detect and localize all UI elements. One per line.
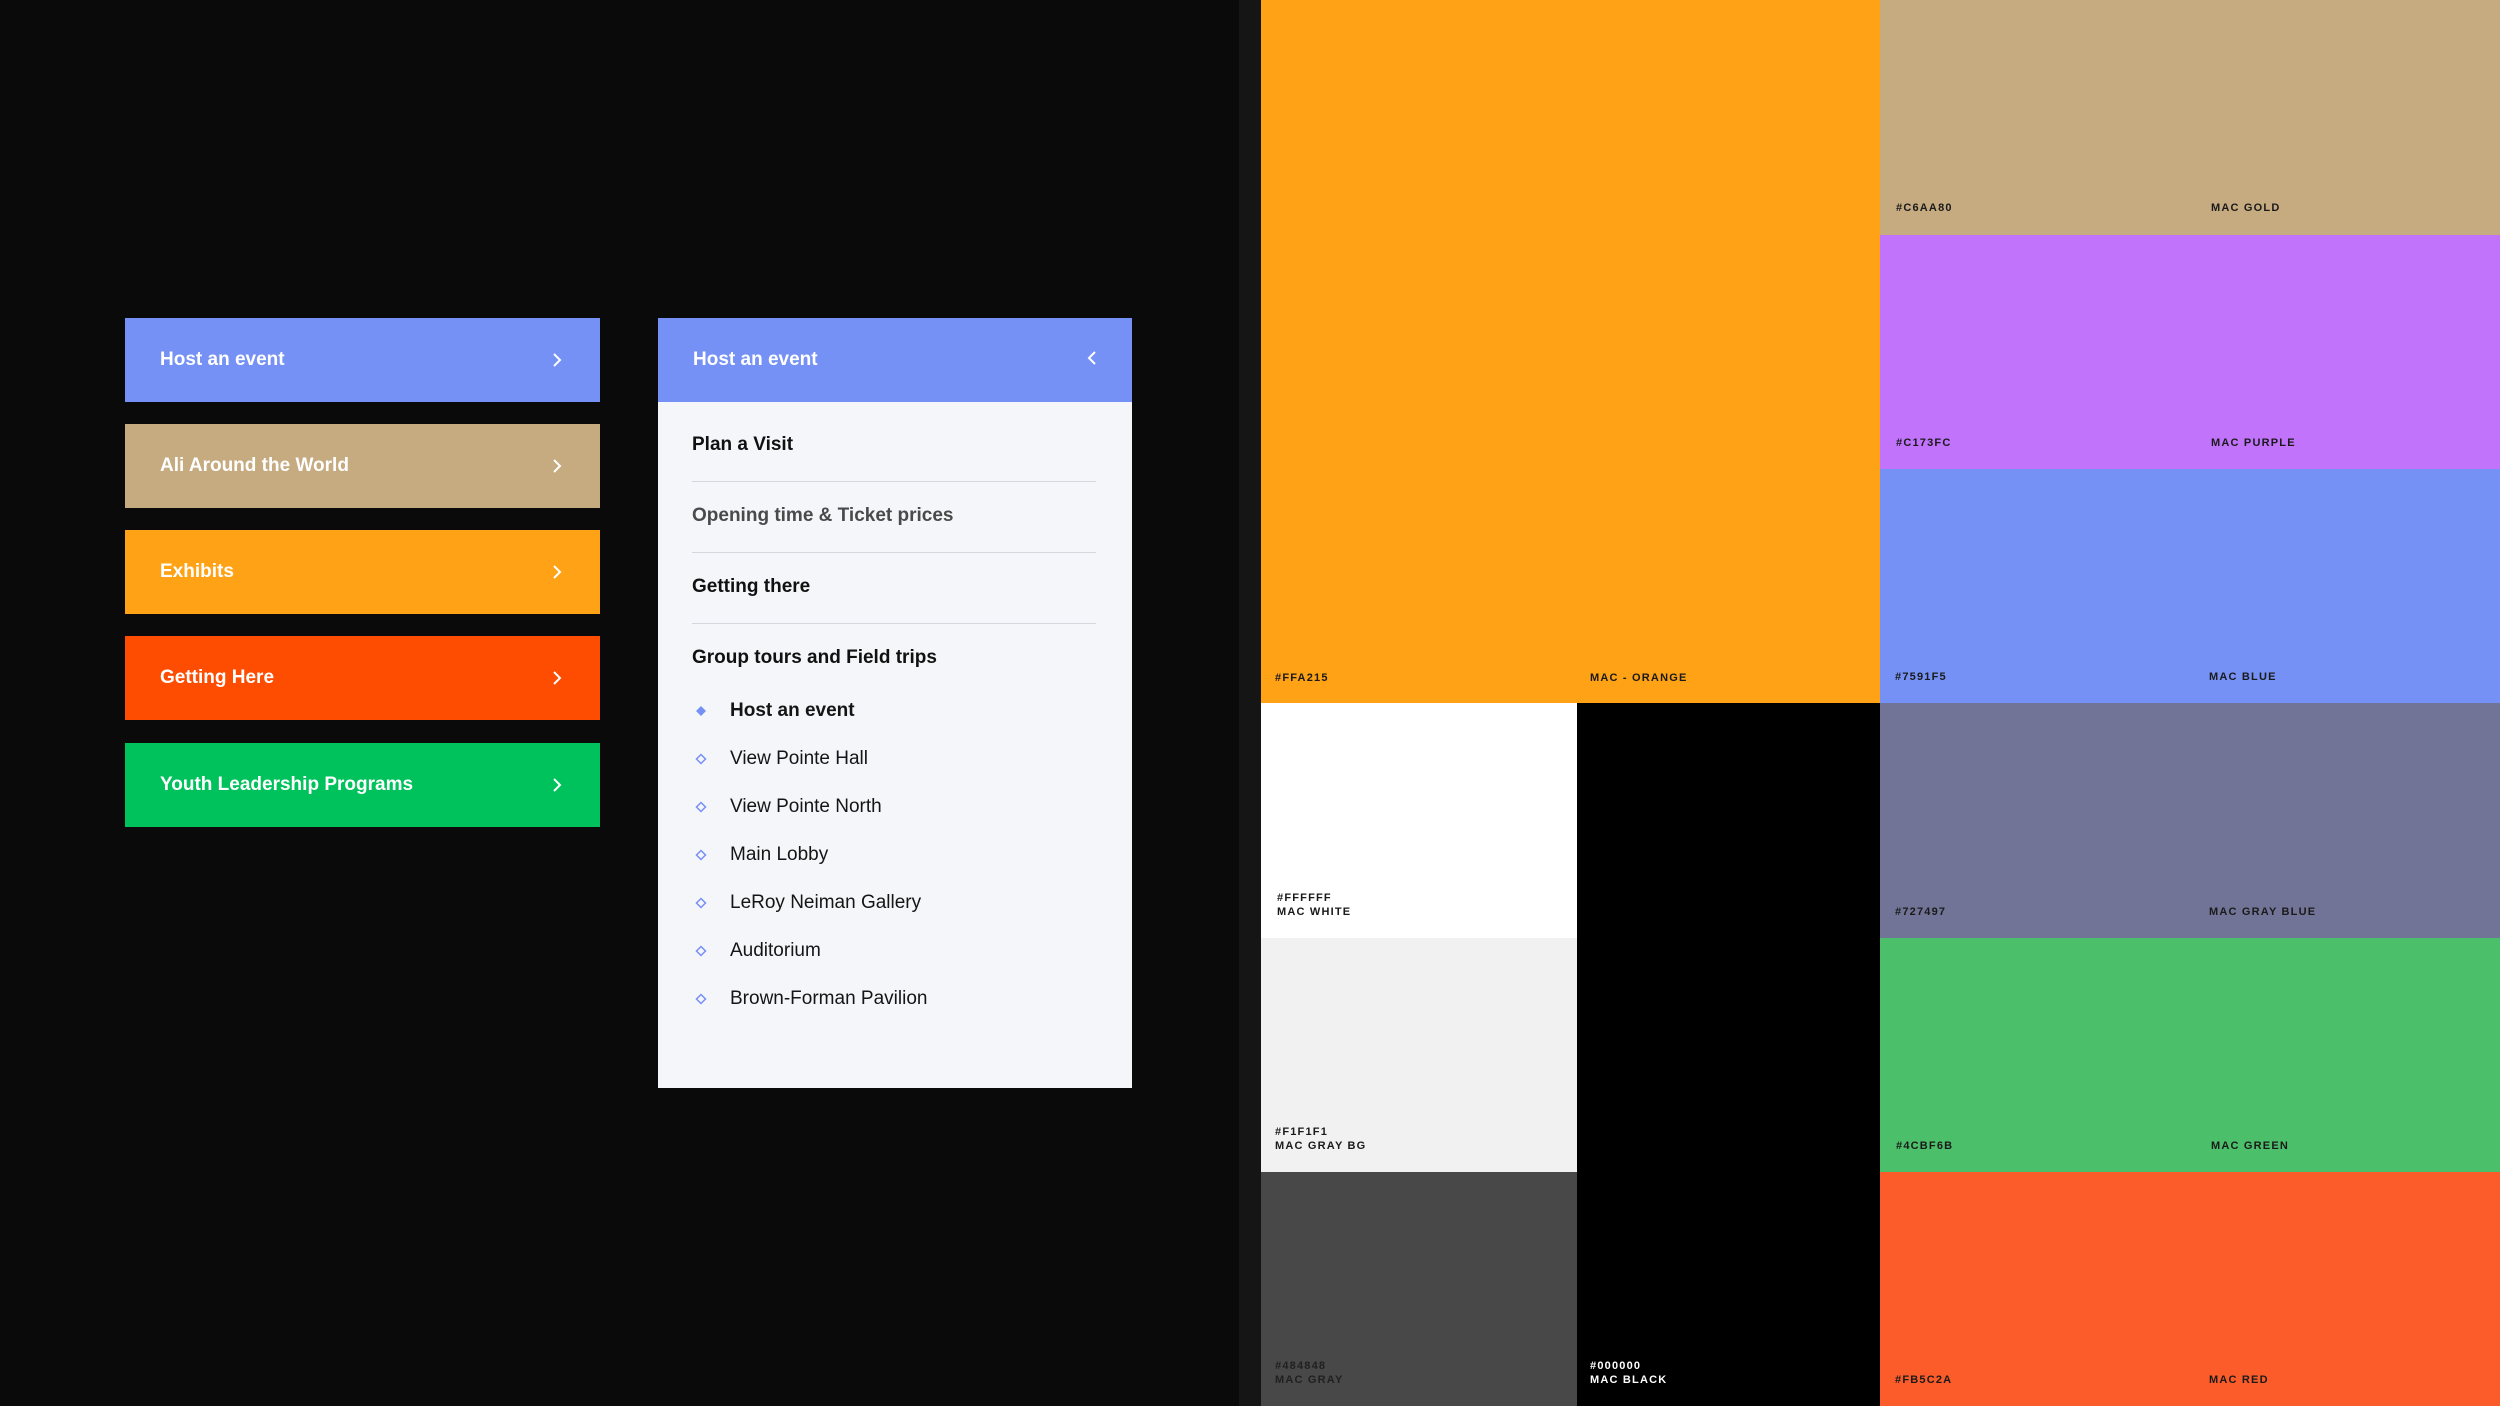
- menu-bar-label: Exhibits: [160, 561, 234, 582]
- menu-bar-label: Getting Here: [160, 667, 275, 688]
- swatch-hex: #C173FC: [1896, 437, 1952, 449]
- swatch-red: #FB5C2A MAC RED: [1880, 1172, 2500, 1406]
- swatch-hex: #F1F1F1: [1275, 1126, 1329, 1138]
- menu-bar-youth-leadership-programs[interactable]: Youth Leadership Programs: [125, 743, 600, 827]
- swatch-gray-bg: #F1F1F1 MAC GRAY BG: [1261, 938, 1577, 1172]
- swatch-name: MAC - ORANGE: [1590, 672, 1688, 684]
- swatch-hex: #FFA215: [1275, 672, 1329, 684]
- section-divider: [1239, 0, 1261, 1406]
- menu-bar-label: Ali Around the World: [160, 455, 349, 476]
- diamond-icon: [692, 849, 709, 861]
- chevron-right-icon: [549, 777, 565, 793]
- swatch-gold: #C6AA80 MAC GOLD: [1880, 0, 2500, 235]
- swatch-name: MAC PURPLE: [2211, 437, 2296, 449]
- swatch-name: MAC BLACK: [1590, 1374, 1668, 1386]
- swatch-green: #4CBF6B MAC GREEN: [1880, 938, 2500, 1172]
- swatch-hex: #000000: [1590, 1360, 1642, 1372]
- diamond-icon: [692, 993, 709, 1005]
- panel-header[interactable]: Host an event: [658, 318, 1132, 402]
- swatch-name: MAC GRAY BLUE: [2209, 906, 2317, 918]
- chevron-right-icon: [549, 564, 565, 580]
- diamond-filled-icon: [692, 705, 709, 717]
- swatch-name: MAC GOLD: [2211, 202, 2281, 214]
- menu-item-opening-time[interactable]: Opening time & Ticket prices: [692, 505, 1096, 527]
- swatch-blue: #7591F5 MAC BLUE: [1880, 469, 2500, 703]
- sub-item-main-lobby[interactable]: Main Lobby: [692, 844, 828, 866]
- chevron-right-icon: [549, 458, 565, 474]
- sub-item-label: Auditorium: [730, 940, 821, 961]
- menu-item-getting-there[interactable]: Getting there: [692, 576, 1096, 598]
- swatch-name: MAC GRAY: [1275, 1374, 1344, 1386]
- menu-bar-getting-here[interactable]: Getting Here: [125, 636, 600, 720]
- divider: [692, 623, 1096, 624]
- sub-item-view-pointe-hall[interactable]: View Pointe Hall: [692, 748, 868, 770]
- menu-bar-label: Youth Leadership Programs: [160, 774, 414, 795]
- sub-item-auditorium[interactable]: Auditorium: [692, 940, 821, 962]
- swatch-white: #FFFFFF MAC WHITE: [1261, 703, 1577, 938]
- chevron-right-icon: [549, 352, 565, 368]
- sub-item-label: Main Lobby: [730, 844, 829, 865]
- swatch-hex: #7591F5: [1895, 671, 1947, 683]
- chevron-right-icon: [549, 670, 565, 686]
- swatch-name: MAC GREEN: [2211, 1140, 2290, 1152]
- menu-item-plan-a-visit[interactable]: Plan a Visit: [692, 434, 1096, 456]
- menu-bar-ali-around-the-world[interactable]: Ali Around the World: [125, 424, 600, 508]
- divider: [692, 481, 1096, 482]
- sub-item-label: LeRoy Neiman Gallery: [730, 892, 922, 913]
- diamond-icon: [692, 897, 709, 909]
- swatch-hex: #4CBF6B: [1896, 1140, 1954, 1152]
- swatch-name: MAC RED: [2209, 1374, 2269, 1386]
- swatch-gray: #484848 MAC GRAY: [1261, 1172, 1577, 1406]
- menu-item-group-tours[interactable]: Group tours and Field trips: [692, 647, 1096, 669]
- swatch-hex: #484848: [1275, 1360, 1327, 1372]
- sub-item-label: Host an event: [730, 700, 855, 721]
- swatch-orange: #FFA215 MAC - ORANGE: [1261, 0, 1880, 703]
- sub-item-label: View Pointe Hall: [730, 748, 869, 769]
- expanded-menu-panel: Host an event Plan a Visit Opening time …: [658, 318, 1132, 1088]
- swatch-name: MAC WHITE: [1277, 906, 1352, 918]
- diamond-icon: [692, 753, 709, 765]
- sub-item-label: View Pointe North: [730, 796, 882, 817]
- swatch-name: MAC GRAY BG: [1275, 1140, 1367, 1152]
- menu-bar-label: Host an event: [160, 349, 285, 370]
- chevron-left-icon: [1087, 349, 1097, 371]
- swatch-hex: #FB5C2A: [1895, 1374, 1953, 1386]
- sub-item-label: Brown-Forman Pavilion: [730, 988, 928, 1009]
- sub-item-leroy-neiman-gallery[interactable]: LeRoy Neiman Gallery: [692, 892, 921, 914]
- swatch-hex: #727497: [1895, 906, 1947, 918]
- swatch-black: #000000 MAC BLACK: [1577, 703, 1880, 1406]
- menu-bar-exhibits[interactable]: Exhibits: [125, 530, 600, 614]
- diamond-icon: [692, 945, 709, 957]
- sub-item-brown-forman-pavilion[interactable]: Brown-Forman Pavilion: [692, 988, 927, 1010]
- panel-header-label: Host an event: [693, 349, 818, 370]
- diamond-icon: [692, 801, 709, 813]
- swatch-purple: #C173FC MAC PURPLE: [1880, 235, 2500, 469]
- swatch-hex: #FFFFFF: [1277, 892, 1332, 904]
- swatch-gray-blue: #727497 MAC GRAY BLUE: [1880, 703, 2500, 938]
- swatch-hex: #C6AA80: [1896, 202, 1953, 214]
- menu-bar-host-an-event[interactable]: Host an event: [125, 318, 600, 402]
- swatch-name: MAC BLUE: [2209, 671, 2277, 683]
- divider: [692, 552, 1096, 553]
- sub-item-host-an-event[interactable]: Host an event: [692, 700, 855, 722]
- sub-item-view-pointe-north[interactable]: View Pointe North: [692, 796, 882, 818]
